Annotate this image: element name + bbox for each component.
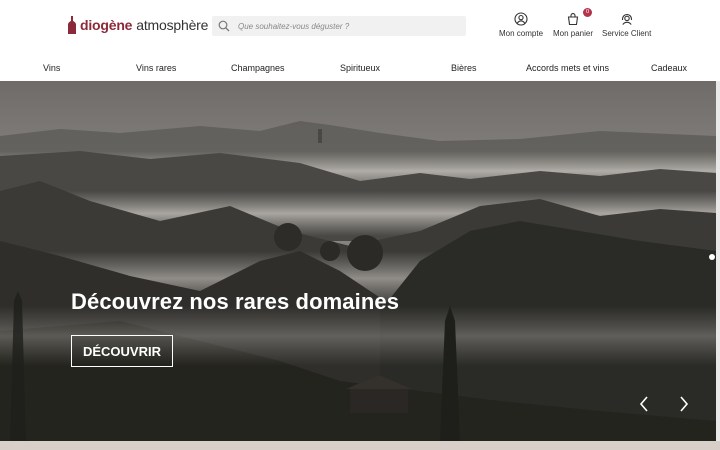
customer-service-button[interactable]: Service Client — [602, 12, 651, 38]
basket-icon — [567, 13, 579, 26]
discover-button[interactable]: DÉCOUVRIR — [71, 335, 173, 367]
hero-title: Découvrez nos rares domaines — [71, 289, 400, 314]
chevron-right-icon — [680, 396, 689, 412]
cart-label: Mon panier — [553, 29, 594, 38]
nav-item-vins[interactable]: Vins — [43, 63, 60, 73]
service-label: Service Client — [602, 29, 652, 38]
account-label: Mon compte — [499, 29, 544, 38]
carousel-next-button[interactable] — [677, 395, 691, 413]
chevron-left-icon — [639, 396, 648, 412]
account-button[interactable]: Mon compte — [499, 12, 543, 38]
site-header: diogène atmosphère Mon compte 0 Mon pani… — [0, 0, 720, 52]
hero-landscape-image — [0, 81, 716, 441]
header-actions: Mon compte 0 Mon panier Service Client — [0, 8, 720, 42]
user-circle-icon — [514, 12, 528, 26]
footer-strip — [0, 441, 720, 450]
nav-item-cadeaux[interactable]: Cadeaux — [651, 63, 687, 73]
cart-button[interactable]: 0 Mon panier — [553, 8, 594, 38]
nav-item-champagnes[interactable]: Champagnes — [231, 63, 285, 73]
nav-item-vins-rares[interactable]: Vins rares — [136, 63, 176, 73]
page-scrollbar[interactable] — [716, 81, 720, 441]
hero-banner: Découvrez nos rares domaines DÉCOUVRIR — [0, 81, 716, 441]
nav-item-bieres[interactable]: Bières — [451, 63, 477, 73]
carousel-prev-button[interactable] — [637, 395, 651, 413]
carousel-indicator[interactable] — [709, 254, 715, 260]
headset-icon — [621, 13, 632, 25]
nav-item-accords[interactable]: Accords mets et vins — [526, 63, 609, 73]
main-nav: Vins Vins rares Champagnes Spiritueux Bi… — [0, 55, 720, 81]
cart-count-badge: 0 — [583, 8, 592, 17]
nav-item-spiritueux[interactable]: Spiritueux — [340, 63, 380, 73]
